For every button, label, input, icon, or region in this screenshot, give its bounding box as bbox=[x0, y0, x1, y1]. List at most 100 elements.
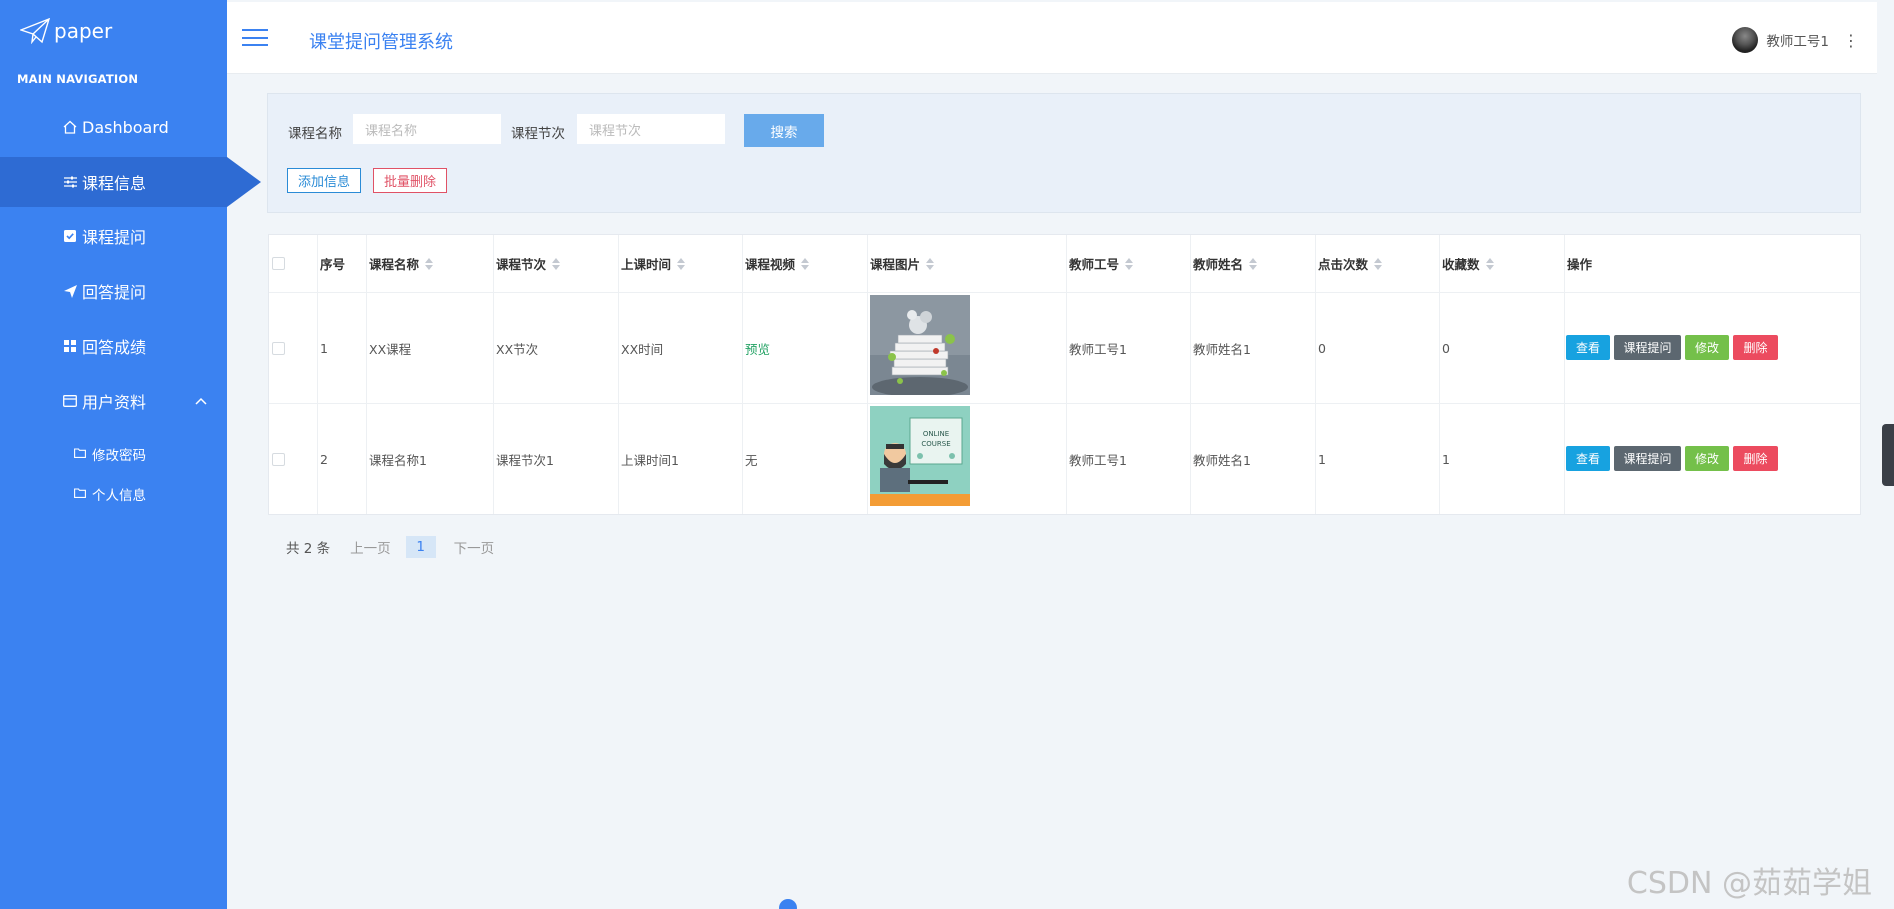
online-course-image[interactable]: ONLINE COURSE bbox=[870, 406, 970, 506]
data-table: 序号 课程名称 课程节次 上课时间 课程视频 课程图片 教师工号 教师姓名 点击… bbox=[268, 234, 1861, 515]
logo[interactable]: paper bbox=[20, 18, 112, 44]
sidebar-item-label: 课程提问 bbox=[82, 228, 147, 247]
favorite-count: 0 bbox=[1442, 340, 1450, 356]
sidebar-subitem-change-password[interactable]: 修改密码 bbox=[74, 444, 146, 464]
batch-delete-button[interactable]: 批量删除 bbox=[373, 168, 448, 193]
class-time: XX时间 bbox=[621, 341, 664, 357]
sort-icon[interactable] bbox=[677, 257, 686, 270]
scroll-indicator[interactable] bbox=[779, 899, 797, 909]
column-header-course-video[interactable]: 课程视频 bbox=[745, 235, 810, 292]
more-vertical-icon[interactable]: ⋮ bbox=[1843, 31, 1859, 50]
class-time: 上课时间1 bbox=[621, 452, 679, 468]
course-section-input[interactable]: 课程节次 bbox=[577, 114, 725, 144]
sidebar-item-course-info[interactable]: 课程信息 bbox=[0, 157, 261, 207]
svg-text:COURSE: COURSE bbox=[921, 440, 950, 448]
column-header-class-time[interactable]: 上课时间 bbox=[621, 235, 686, 292]
column-header-course-name[interactable]: 课程名称 bbox=[369, 235, 434, 292]
sidebar-item-course-questions[interactable]: 课程提问 bbox=[0, 211, 227, 261]
row-checkbox[interactable] bbox=[272, 404, 285, 514]
edit-button[interactable]: 修改 bbox=[1685, 335, 1729, 360]
next-page-button[interactable]: 下一页 bbox=[454, 537, 495, 557]
sort-icon[interactable] bbox=[801, 257, 810, 270]
video-preview-link[interactable]: 预览 bbox=[745, 293, 770, 403]
teacher-name: 教师姓名1 bbox=[1193, 452, 1251, 468]
current-page[interactable]: 1 bbox=[405, 536, 436, 558]
row-checkbox[interactable] bbox=[272, 293, 285, 403]
row-index: 2 bbox=[320, 451, 328, 467]
column-header-course-image[interactable]: 课程图片 bbox=[870, 235, 935, 292]
course-question-button[interactable]: 课程提问 bbox=[1614, 446, 1681, 471]
sidebar-item-answer-scores[interactable]: 回答成绩 bbox=[0, 321, 227, 371]
pagination: 共 2 条 上一页 1 下一页 bbox=[286, 536, 494, 558]
checkbox-icon bbox=[60, 230, 80, 242]
card-icon bbox=[60, 395, 80, 407]
user-menu[interactable]: 教师工号1 ⋮ bbox=[1732, 27, 1859, 53]
sort-icon[interactable] bbox=[1485, 257, 1494, 270]
course-name: XX课程 bbox=[369, 341, 412, 357]
folder-icon bbox=[74, 447, 86, 461]
sliders-icon bbox=[60, 176, 80, 188]
column-header-clicks[interactable]: 点击次数 bbox=[1318, 235, 1383, 292]
column-header-teacher-id[interactable]: 教师工号 bbox=[1069, 235, 1134, 292]
folder-icon bbox=[74, 487, 86, 501]
sidebar-item-label: 用户资料 bbox=[82, 393, 147, 412]
nav-title: MAIN NAVIGATION bbox=[17, 72, 139, 86]
click-count: 1 bbox=[1318, 451, 1326, 467]
course-section: XX节次 bbox=[496, 341, 539, 357]
delete-button[interactable]: 删除 bbox=[1733, 335, 1778, 360]
course-name-label: 课程名称 bbox=[288, 126, 342, 142]
chevron-up-icon bbox=[195, 394, 207, 409]
delete-button[interactable]: 删除 bbox=[1733, 446, 1778, 471]
menu-toggle-icon[interactable] bbox=[242, 29, 268, 46]
column-header-label: 课程视频 bbox=[745, 257, 796, 272]
prev-page-button[interactable]: 上一页 bbox=[350, 537, 391, 557]
add-info-button[interactable]: 添加信息 bbox=[287, 168, 362, 193]
total-count: 共 2 条 bbox=[286, 541, 331, 557]
svg-text:ONLINE: ONLINE bbox=[923, 430, 949, 438]
column-header-teacher-name[interactable]: 教师姓名 bbox=[1193, 235, 1258, 292]
view-button[interactable]: 查看 bbox=[1566, 335, 1610, 360]
column-header-course-section[interactable]: 课程节次 bbox=[496, 235, 561, 292]
sidebar-item-label: Dashboard bbox=[82, 117, 169, 137]
column-header-label: 课程节次 bbox=[496, 257, 547, 272]
column-header-label: 教师工号 bbox=[1069, 257, 1120, 272]
column-header-label: 课程图片 bbox=[870, 257, 921, 272]
column-header-favorites[interactable]: 收藏数 bbox=[1442, 235, 1494, 292]
column-header-label: 教师姓名 bbox=[1193, 257, 1244, 272]
sidebar-item-label: 回答提问 bbox=[82, 283, 147, 302]
books-image[interactable] bbox=[870, 295, 970, 395]
course-name-input[interactable]: 课程名称 bbox=[353, 114, 501, 144]
sidebar: paper MAIN NAVIGATION Dashboard 课程信息 课程提… bbox=[0, 0, 261, 909]
sort-icon[interactable] bbox=[1249, 257, 1258, 270]
sort-icon[interactable] bbox=[1125, 257, 1134, 270]
search-button[interactable]: 搜索 bbox=[744, 114, 824, 147]
avatar bbox=[1732, 27, 1759, 53]
sort-icon[interactable] bbox=[552, 257, 561, 270]
sidebar-subitem-personal-info[interactable]: 个人信息 bbox=[74, 484, 146, 504]
course-question-button[interactable]: 课程提问 bbox=[1614, 335, 1681, 360]
side-drawer-handle[interactable] bbox=[1882, 424, 1894, 486]
sort-icon[interactable] bbox=[1374, 257, 1383, 270]
select-all-checkbox[interactable] bbox=[272, 235, 285, 292]
sidebar-item-answer-questions[interactable]: 回答提问 bbox=[0, 266, 227, 316]
logo-text: paper bbox=[54, 19, 113, 43]
page-title: 课堂提问管理系统 bbox=[309, 32, 453, 53]
sidebar-subitem-label: 个人信息 bbox=[92, 488, 146, 504]
user-name: 教师工号1 bbox=[1766, 34, 1829, 50]
sort-icon[interactable] bbox=[926, 257, 935, 270]
column-header-label: 课程名称 bbox=[369, 257, 420, 272]
course-section-label: 课程节次 bbox=[511, 126, 565, 142]
course-name: 课程名称1 bbox=[369, 452, 427, 468]
column-header: 操作 bbox=[1567, 257, 1593, 272]
sidebar-item-dashboard[interactable]: Dashboard bbox=[0, 102, 227, 152]
sort-icon[interactable] bbox=[425, 257, 434, 270]
view-button[interactable]: 查看 bbox=[1566, 446, 1610, 471]
column-header-label: 点击次数 bbox=[1318, 257, 1369, 272]
sidebar-item-user-profile[interactable]: 用户资料 bbox=[0, 376, 227, 426]
search-panel: 课程名称 课程名称 课程节次 课程节次 搜索 添加信息 批量删除 bbox=[267, 93, 1861, 213]
course-section: 课程节次1 bbox=[496, 452, 554, 468]
video-status: 无 bbox=[745, 452, 758, 468]
column-header: 序号 bbox=[320, 257, 346, 272]
grid-icon bbox=[60, 340, 80, 352]
edit-button[interactable]: 修改 bbox=[1685, 446, 1729, 471]
